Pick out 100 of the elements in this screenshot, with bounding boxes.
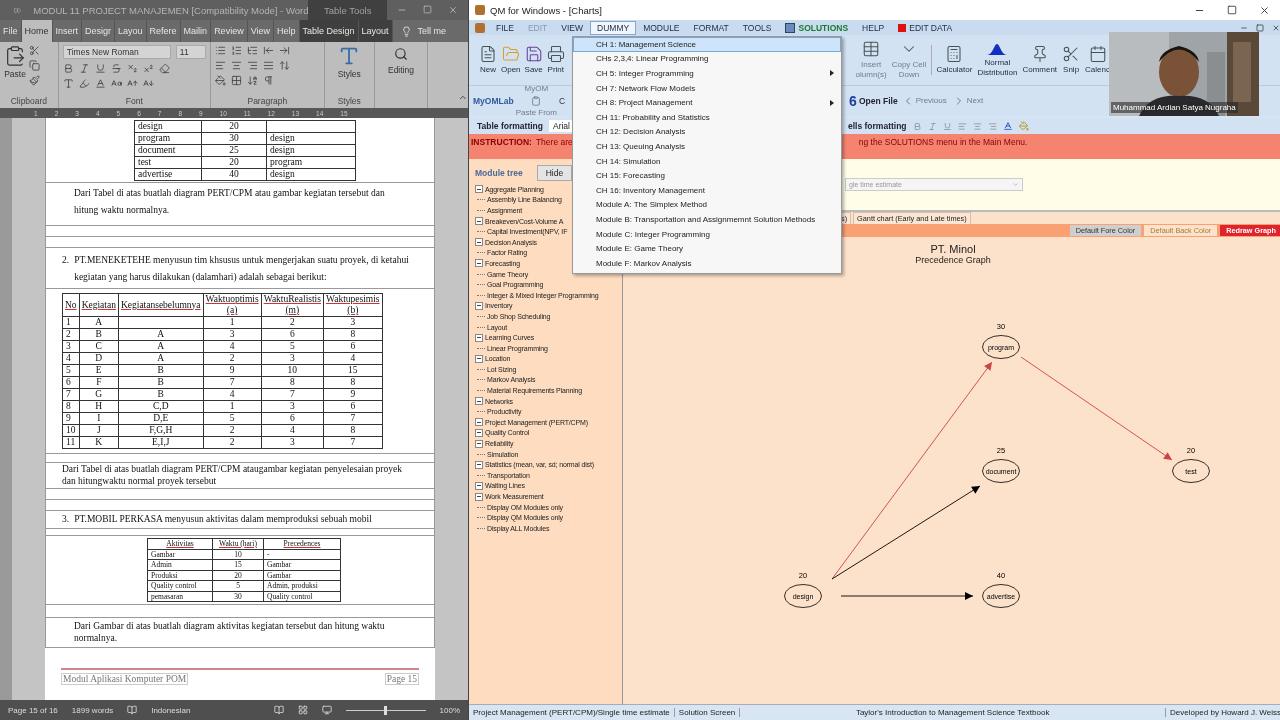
highlighter-icon[interactable] <box>78 78 90 89</box>
font-color-icon[interactable] <box>1002 121 1013 131</box>
toolbar-button[interactable]: Normal Distribution <box>975 42 1020 78</box>
ribbon-tab[interactable]: Layout <box>358 20 393 42</box>
font-size-field[interactable]: 11 <box>175 45 206 59</box>
underline-icon[interactable] <box>942 121 952 131</box>
menu-item[interactable]: HELP <box>855 20 892 35</box>
toolbar-button[interactable]: Comment <box>1020 45 1060 75</box>
multilevel-list-icon[interactable] <box>246 45 258 56</box>
superscript-icon[interactable] <box>142 63 154 74</box>
align-center-icon[interactable] <box>230 60 242 71</box>
align-center-icon[interactable] <box>972 121 982 131</box>
new-file-icon[interactable] <box>479 45 497 63</box>
menu-item[interactable]: VIEW <box>554 20 591 35</box>
menu-item[interactable]: Module E: Game Theory <box>573 241 841 256</box>
menu-item[interactable]: Module C: Integer Programming <box>573 226 841 242</box>
word-count[interactable]: 1899 words <box>71 705 114 715</box>
read-mode-icon[interactable] <box>273 705 284 715</box>
menu-item[interactable]: CH 13: Queuing Analysis <box>573 139 841 154</box>
print-layout-icon[interactable] <box>297 705 308 715</box>
fill-color-icon[interactable] <box>1018 121 1029 131</box>
printer-icon[interactable] <box>546 45 565 63</box>
font-name-field[interactable]: Times New Roman <box>62 45 171 59</box>
menu-item[interactable]: Module F: Markov Analysis <box>573 255 841 271</box>
expand-icon[interactable] <box>475 439 483 448</box>
align-left-icon[interactable] <box>214 60 226 71</box>
menu-item[interactable]: CHs 2,3,4: Linear Programming <box>573 51 841 67</box>
proofing-icon[interactable] <box>127 705 138 715</box>
calendar-icon[interactable] <box>1088 45 1107 63</box>
menu-item[interactable]: CH 1: Management Science <box>573 37 841 52</box>
subscript-icon[interactable] <box>126 63 138 74</box>
toolbar-button[interactable]: Snip <box>1060 45 1083 75</box>
tell-me-search[interactable]: Tell me <box>417 26 447 36</box>
expand-icon[interactable] <box>475 428 483 437</box>
bold-icon[interactable] <box>912 121 922 131</box>
menu-item[interactable]: CH 8: Project Management <box>573 95 841 110</box>
font-color-icon[interactable] <box>94 78 106 89</box>
hide-button[interactable]: Hide <box>536 165 573 181</box>
numbering-icon[interactable] <box>230 45 242 56</box>
expand-icon[interactable] <box>475 217 483 226</box>
pilcrow-icon[interactable] <box>262 75 274 86</box>
expand-icon[interactable] <box>475 460 483 469</box>
lightbulb-icon[interactable] <box>400 25 412 37</box>
format-painter-icon[interactable] <box>29 75 40 86</box>
paste-icon[interactable] <box>4 45 26 67</box>
maximize-icon[interactable] <box>1227 4 1237 15</box>
expand-icon[interactable] <box>475 492 483 501</box>
zoom-level[interactable]: 100% <box>439 705 460 715</box>
close-icon[interactable] <box>1272 23 1280 32</box>
expand-icon[interactable] <box>475 481 483 490</box>
menu-item[interactable]: FILE <box>489 20 521 35</box>
increase-indent-icon[interactable] <box>278 45 290 56</box>
open-file-button[interactable]: Open File <box>858 96 898 106</box>
menu-item[interactable]: CH 7: Network Flow Models <box>573 80 841 96</box>
decrease-indent-icon[interactable] <box>262 45 274 56</box>
toolbar-button[interactable]: Open <box>499 45 523 75</box>
toolbar-button[interactable]: Calenc <box>1083 45 1112 75</box>
ribbon-tab[interactable]: Table Design <box>299 20 359 42</box>
line-spacing-icon[interactable] <box>278 60 290 71</box>
myomlab-link[interactable]: MyOMLab <box>473 96 514 106</box>
menu-item[interactable]: DUMMY <box>590 20 637 35</box>
toolbar-button[interactable]: Calculator <box>931 45 975 75</box>
paste-button[interactable]: Paste <box>4 45 26 96</box>
toolbar-button[interactable]: New <box>477 45 499 75</box>
menu-item[interactable]: CH 11: Probability and Statistics <box>573 109 841 125</box>
ribbon-tab[interactable]: Home <box>21 20 53 42</box>
align-left-icon[interactable] <box>957 121 967 131</box>
menu-item[interactable]: TOOLS <box>735 20 779 35</box>
expand-icon[interactable] <box>475 354 483 363</box>
menu-item[interactable]: CH 5: Integer Programming <box>573 66 841 81</box>
justify-icon[interactable] <box>262 60 274 71</box>
expand-icon[interactable] <box>475 333 483 342</box>
underline-icon[interactable] <box>94 63 106 74</box>
page-count[interactable]: Page 15 of 16 <box>8 705 58 715</box>
expand-icon[interactable] <box>475 185 483 194</box>
copy-icon[interactable] <box>29 60 40 71</box>
grow-font-icon[interactable] <box>126 78 138 89</box>
text-effects-icon[interactable] <box>62 78 74 89</box>
cut-icon[interactable] <box>29 45 40 56</box>
toolbar-button[interactable]: Save <box>522 45 545 75</box>
menu-item[interactable]: FORMAT <box>686 20 736 35</box>
maximize-icon[interactable] <box>423 5 432 14</box>
shading-icon[interactable] <box>214 75 226 86</box>
menu-item[interactable]: MODULE <box>636 20 687 35</box>
font-field[interactable]: Arial <box>548 120 574 132</box>
quick-access-icon[interactable] <box>14 5 22 15</box>
editing-button[interactable]: Editing <box>378 45 424 77</box>
italic-icon[interactable] <box>78 63 90 74</box>
clipboard-icon[interactable] <box>531 96 542 106</box>
save-icon[interactable] <box>524 45 543 63</box>
menu-item[interactable]: CH 15: Forecasting <box>573 168 841 183</box>
bullets-icon[interactable] <box>214 45 226 56</box>
app-menu-icon[interactable] <box>475 22 485 33</box>
restore-icon[interactable] <box>1256 23 1264 32</box>
borders-icon[interactable] <box>230 75 242 86</box>
zoom-slider-thumb[interactable] <box>384 705 388 715</box>
italic-icon[interactable] <box>927 121 937 131</box>
menu-item[interactable]: Module A: The Simplex Method <box>573 197 841 213</box>
language[interactable]: Indonesian <box>151 705 191 715</box>
toolbar-button[interactable]: Print <box>544 45 567 75</box>
